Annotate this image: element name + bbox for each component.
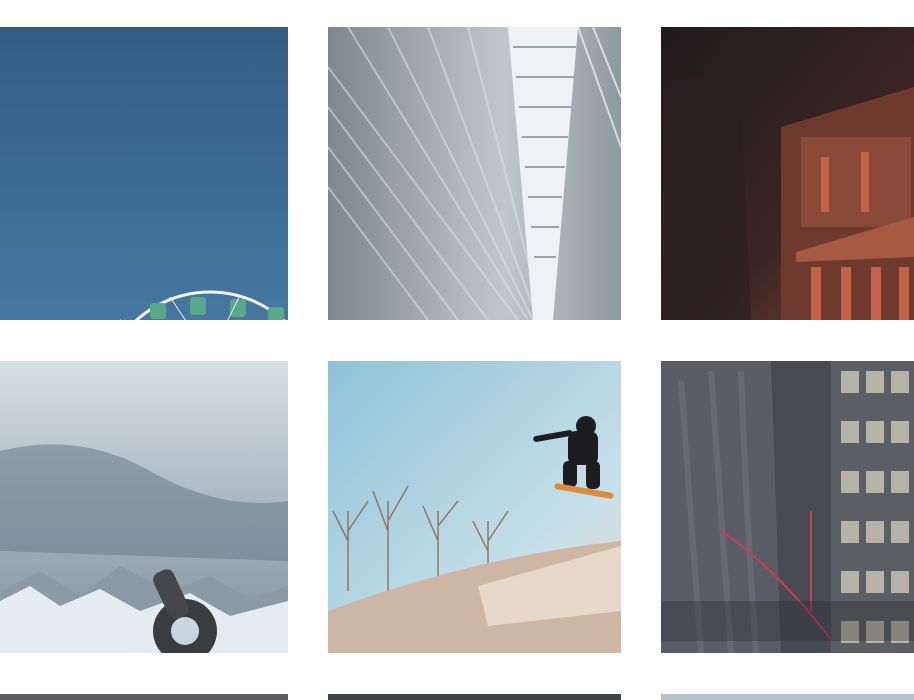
gallery-image-skateboarder[interactable] xyxy=(328,361,621,653)
gallery-image-partial-2[interactable] xyxy=(328,694,621,700)
petra-photo xyxy=(661,27,914,320)
architecture-photo xyxy=(328,27,621,320)
gallery-image-city-building[interactable] xyxy=(661,361,914,653)
gallery-image-partial-3[interactable] xyxy=(661,694,914,700)
gallery-image-snowy-mountains[interactable] xyxy=(0,361,288,653)
building-photo xyxy=(661,361,914,653)
gallery-image-petra-treasury[interactable] xyxy=(661,27,914,320)
ferris-wheel-photo xyxy=(0,27,288,320)
skateboarder-photo xyxy=(328,361,621,653)
mountains-photo xyxy=(0,361,288,653)
gallery-image-ferris-wheel[interactable] xyxy=(0,27,288,320)
gallery-image-partial-1[interactable] xyxy=(0,694,288,700)
gallery-image-white-architecture[interactable] xyxy=(328,27,621,320)
